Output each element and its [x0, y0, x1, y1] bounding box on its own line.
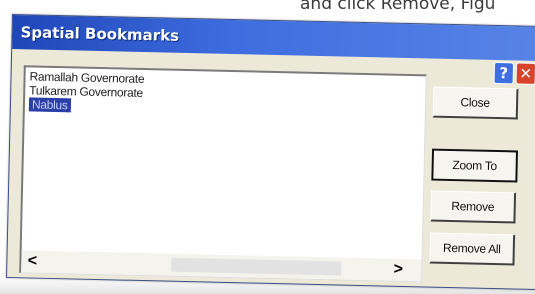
horizontal-scrollbar[interactable]: < >: [21, 250, 422, 282]
document-caption-text: and click Remove, Figu: [300, 0, 496, 14]
dialog-titlebar[interactable]: Spatial Bookmarks: [12, 15, 535, 62]
scroll-left-arrow-icon[interactable]: <: [23, 252, 41, 270]
list-item-nablus[interactable]: Nablus: [28, 97, 71, 113]
remove-all-button[interactable]: Remove All: [429, 232, 516, 266]
spatial-bookmarks-dialog: Spatial Bookmarks ? ✕ Ramallah Governora…: [6, 14, 535, 291]
dialog-title: Spatial Bookmarks: [20, 23, 180, 45]
bookmark-list[interactable]: Ramallah Governorate Tulkarem Governorat…: [19, 65, 427, 283]
close-window-icon[interactable]: ✕: [515, 62, 535, 85]
scrollbar-thumb[interactable]: [171, 257, 342, 276]
zoom-to-button[interactable]: Zoom To: [431, 148, 519, 183]
close-button[interactable]: Close: [432, 86, 519, 120]
scroll-right-arrow-icon[interactable]: >: [389, 261, 407, 279]
remove-button[interactable]: Remove: [430, 190, 517, 224]
help-button[interactable]: ?: [493, 61, 515, 85]
